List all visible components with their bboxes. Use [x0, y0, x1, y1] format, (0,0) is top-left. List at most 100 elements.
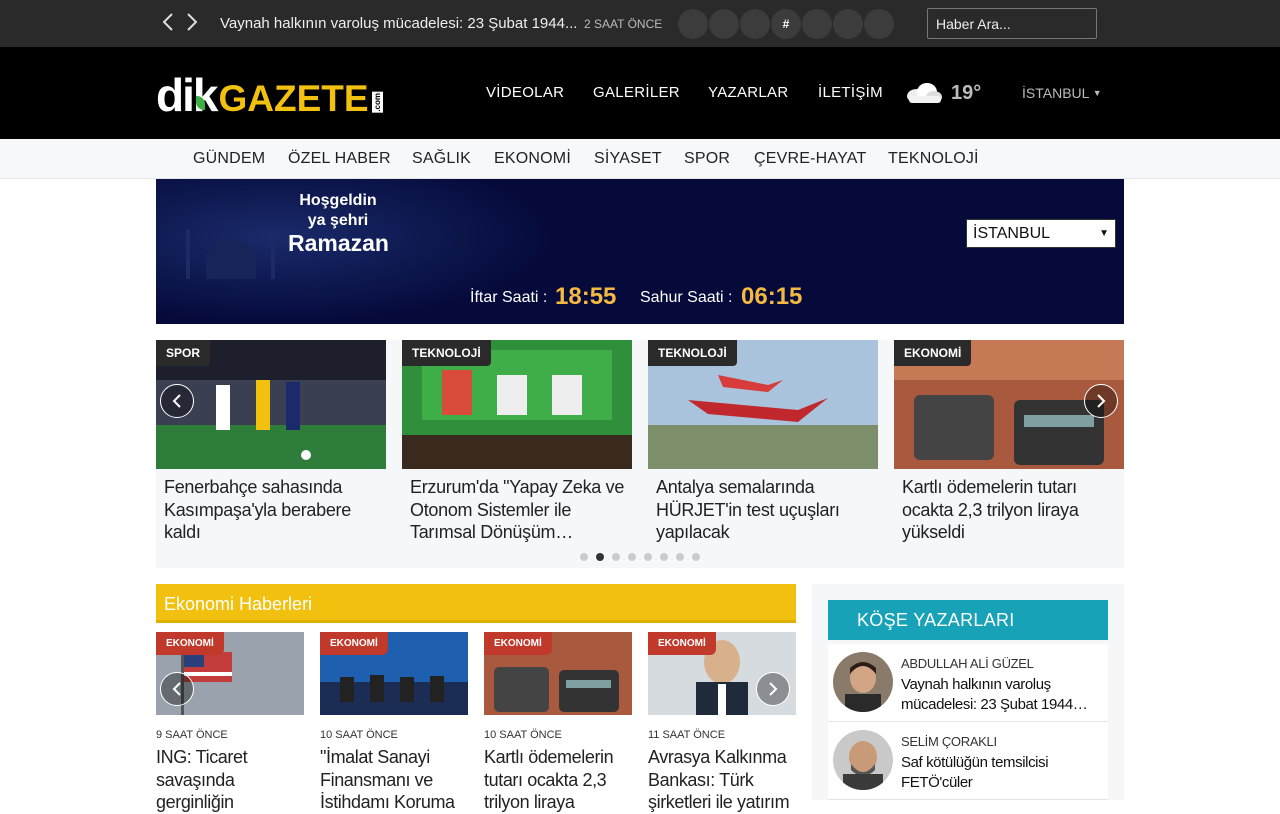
- ramadan-banner: Hoşgeldin ya şehri Ramazan İSTANBUL ▼ İf…: [156, 179, 1124, 324]
- temperature: 19°: [951, 82, 982, 104]
- slider-dot[interactable]: [660, 553, 668, 561]
- site-logo[interactable]: dik GAZETE .com: [156, 69, 383, 121]
- ticker-time: 2 SAAT ÖNCE: [584, 17, 663, 31]
- slider-card[interactable]: TEKNOLOJİ Antalya semalarında HÜRJET'in …: [648, 340, 878, 550]
- linkedin-icon[interactable]: [833, 9, 863, 39]
- greeting-line2: ya şehri: [307, 212, 369, 229]
- sahur-value: 06:15: [741, 283, 803, 310]
- economy-card[interactable]: EKONOMİ 11 SAAT ÖNCE Avrasya Kalkınma Ba…: [648, 632, 796, 812]
- slider-dot[interactable]: [676, 553, 684, 561]
- search-input[interactable]: [927, 8, 1097, 39]
- nav-iletisim[interactable]: İLETİŞİM: [818, 84, 883, 101]
- slider-card[interactable]: SPOR Fenerbahçe sahasında Kasımpaşa'yla …: [156, 340, 386, 550]
- news-time: 10 SAAT ÖNCE: [484, 729, 562, 741]
- youtube-icon[interactable]: [802, 9, 832, 39]
- news-title[interactable]: Avrasya Kalkınma Bankası: Türk şirketler…: [648, 746, 796, 814]
- facebook-icon[interactable]: [678, 9, 708, 39]
- hashtag-icon[interactable]: #: [771, 9, 801, 39]
- logo-gazete: GAZETE: [218, 78, 369, 119]
- category-badge: EKONOMİ: [320, 632, 388, 655]
- slider-dot[interactable]: [612, 553, 620, 561]
- greeting-line3: Ramazan: [288, 230, 389, 256]
- slider-next-button[interactable]: [1084, 384, 1118, 418]
- news-title[interactable]: Erzurum'da "Yapay Zeka ve Otonom Sisteml…: [410, 476, 630, 544]
- category-badge: TEKNOLOJİ: [648, 340, 737, 366]
- economy-header: Ekonomi Haberleri: [156, 584, 796, 623]
- cat-saglik[interactable]: SAĞLIK: [412, 150, 471, 168]
- cat-siyaset[interactable]: SİYASET: [594, 150, 662, 168]
- slider-dot[interactable]: [644, 553, 652, 561]
- twitter-icon[interactable]: [709, 9, 739, 39]
- news-title[interactable]: Kartlı ödemelerin tutarı ocakta 2,3 tril…: [484, 746, 632, 814]
- news-title[interactable]: Fenerbahçe sahasında Kasımpaşa'yla berab…: [164, 476, 384, 544]
- columnist-item[interactable]: SELİM ÇORAKLI Saf kötülüğün temsilcisi F…: [828, 722, 1108, 800]
- slider-card[interactable]: EKONOMİ Kartlı ödemelerin tutarı ocakta …: [894, 340, 1124, 550]
- slider-card[interactable]: TEKNOLOJİ Erzurum'da "Yapay Zeka ve Oton…: [402, 340, 632, 550]
- chevron-right-icon: [1097, 394, 1106, 408]
- cat-gundem[interactable]: GÜNDEM: [193, 150, 265, 168]
- top-ticker-bar: Vaynah halkının varoluş mücadelesi: 23 Ş…: [0, 0, 1280, 47]
- mosque-icon: [186, 229, 275, 279]
- nav-galeriler[interactable]: GALERİLER: [593, 84, 680, 101]
- category-nav: GÜNDEM ÖZEL HABER SAĞLIK EKONOMİ SİYASET…: [0, 139, 1280, 179]
- slider-prev-button[interactable]: [160, 384, 194, 418]
- news-title[interactable]: ING: Ticaret savaşında gerginliğin: [156, 746, 304, 814]
- cat-teknoloji[interactable]: TEKNOLOJİ: [888, 150, 979, 168]
- cat-spor[interactable]: SPOR: [684, 150, 730, 168]
- nav-yazarlar[interactable]: YAZARLAR: [708, 84, 788, 101]
- slider-dot[interactable]: [628, 553, 636, 561]
- ticker-prev-button[interactable]: [158, 12, 178, 34]
- slider-dot[interactable]: [580, 553, 588, 561]
- cat-cevre-hayat[interactable]: ÇEVRE-HAYAT: [754, 150, 866, 168]
- news-time: 11 SAAT ÖNCE: [648, 729, 726, 741]
- whatsapp-icon[interactable]: [864, 9, 894, 39]
- slider-dot[interactable]: [692, 553, 700, 561]
- avatar: [833, 652, 893, 712]
- ticker-headline[interactable]: Vaynah halkının varoluş mücadelesi: 23 Ş…: [220, 15, 577, 32]
- economy-prev-button[interactable]: [160, 672, 194, 706]
- news-time: 10 SAAT ÖNCE: [320, 729, 398, 741]
- ramadan-city-select[interactable]: İSTANBUL ▼: [966, 219, 1116, 248]
- category-badge: EKONOMİ: [484, 632, 552, 655]
- economy-next-button[interactable]: [756, 672, 790, 706]
- cat-ozel-haber[interactable]: ÖZEL HABER: [288, 150, 391, 168]
- columnists-heading[interactable]: KÖŞE YAZARLARI: [857, 610, 1015, 631]
- category-badge: EKONOMİ: [894, 340, 972, 366]
- news-title[interactable]: Kartlı ödemelerin tutarı ocakta 2,3 tril…: [902, 476, 1122, 544]
- columnist-article[interactable]: Vaynah halkının varoluş mücadelesi: 23 Ş…: [901, 675, 1101, 715]
- chevron-down-icon: ▼: [1099, 228, 1109, 239]
- ramadan-city-value: İSTANBUL: [973, 224, 1051, 242]
- economy-card[interactable]: EKONOMİ 10 SAAT ÖNCE "İmalat Sanayi Fina…: [320, 632, 468, 812]
- iftar-label: İftar Saati :: [470, 289, 548, 306]
- economy-heading[interactable]: Ekonomi Haberleri: [164, 594, 312, 615]
- columnist-article[interactable]: Saf kötülüğün temsilcisi FETÖ'cüler: [901, 753, 1101, 793]
- logo-com: .com: [371, 92, 383, 113]
- iftar-value: 18:55: [555, 283, 617, 310]
- greeting-line1: Hoşgeldin: [299, 192, 377, 209]
- category-badge: EKONOMİ: [648, 632, 716, 655]
- columnists-box: KÖŞE YAZARLARI ABDULLAH ALİ GÜZEL Vaynah…: [812, 584, 1124, 800]
- site-header: dik GAZETE .com VİDEOLAR GALERİLER YAZAR…: [0, 47, 1280, 139]
- cloud-icon: [907, 83, 942, 103]
- city-dropdown-label: İSTANBUL: [1022, 85, 1089, 101]
- city-dropdown[interactable]: İSTANBUL ▼: [1022, 85, 1102, 101]
- columnist-name: ABDULLAH ALİ GÜZEL: [901, 656, 1034, 671]
- news-title[interactable]: "İmalat Sanayi Finansmanı ve İstihdamı K…: [320, 746, 468, 814]
- ramadan-greeting: Hoşgeldin ya şehri Ramazan: [288, 191, 389, 256]
- logo-dik: dik: [156, 69, 218, 121]
- economy-card[interactable]: EKONOMİ 9 SAAT ÖNCE ING: Ticaret savaşın…: [156, 632, 304, 812]
- columnist-item[interactable]: ABDULLAH ALİ GÜZEL Vaynah halkının varol…: [828, 644, 1108, 722]
- avatar: [833, 730, 893, 790]
- cat-ekonomi[interactable]: EKONOMİ: [494, 150, 571, 168]
- category-badge: EKONOMİ: [156, 632, 224, 655]
- economy-card[interactable]: EKONOMİ 10 SAAT ÖNCE Kartlı ödemelerin t…: [484, 632, 632, 812]
- nav-videolar[interactable]: VİDEOLAR: [486, 84, 564, 101]
- news-time: 9 SAAT ÖNCE: [156, 729, 228, 741]
- columnists-header: KÖŞE YAZARLARI: [828, 600, 1108, 640]
- chevron-right-icon: [769, 682, 778, 696]
- instagram-icon[interactable]: [740, 9, 770, 39]
- caret-down-icon: ▼: [1092, 88, 1102, 98]
- ticker-next-button[interactable]: [182, 12, 202, 34]
- news-title[interactable]: Antalya semalarında HÜRJET'in test uçuşl…: [656, 476, 876, 544]
- slider-dot[interactable]: [596, 553, 604, 561]
